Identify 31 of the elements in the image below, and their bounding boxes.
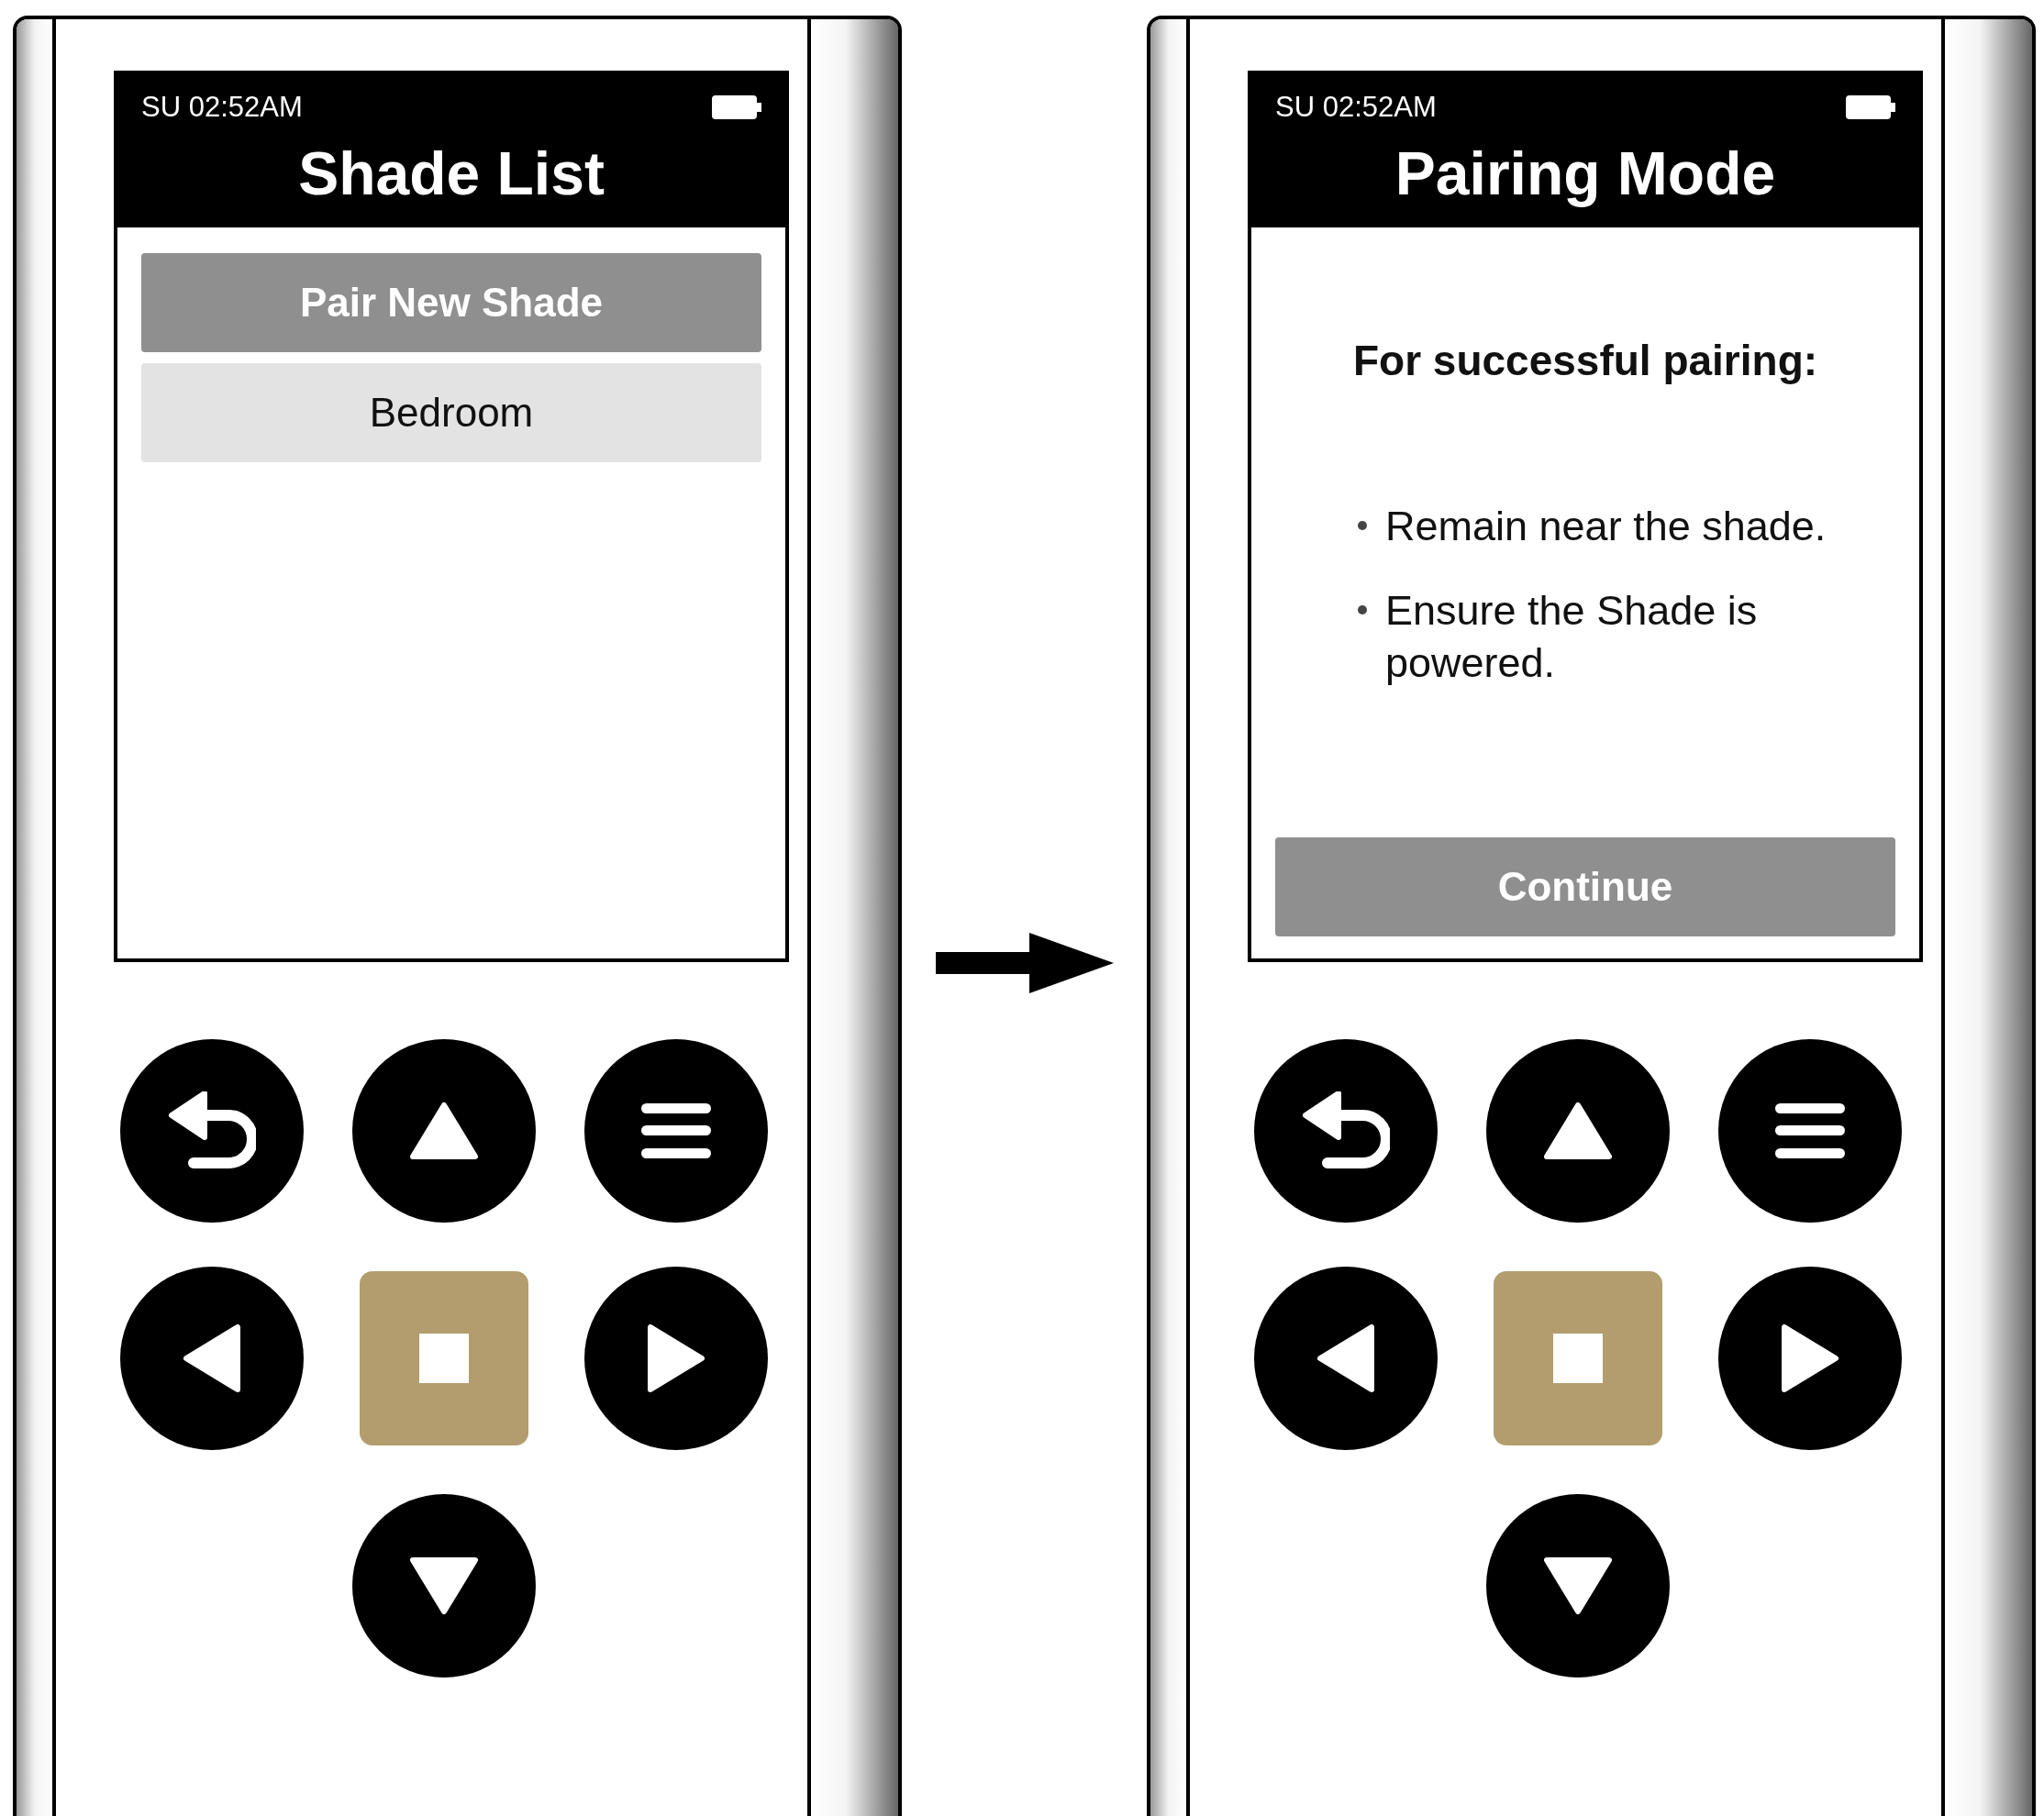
list-item[interactable]: Bedroom [141, 363, 761, 462]
right-triangle-icon [647, 1323, 705, 1393]
screen-title: Shade List [297, 138, 605, 208]
bullet-icon [1358, 605, 1367, 615]
menu-icon [1775, 1103, 1845, 1158]
instruction-text: Remain near the shade. [1385, 502, 1827, 551]
battery-icon [1846, 95, 1895, 119]
back-arrow-icon [168, 1091, 256, 1170]
back-arrow-icon [1302, 1091, 1390, 1170]
down-triangle-icon [409, 1556, 479, 1615]
battery-icon [712, 95, 761, 119]
stop-button[interactable] [1494, 1271, 1662, 1445]
screen-title: Pairing Mode [1394, 138, 1777, 208]
stop-square-icon [419, 1334, 469, 1383]
menu-icon [641, 1103, 711, 1158]
right-triangle-icon [1781, 1323, 1839, 1393]
stop-square-icon [1553, 1334, 1603, 1383]
down-triangle-icon [1543, 1556, 1613, 1615]
status-time: SU 02:52AM [1275, 91, 1437, 124]
up-triangle-icon [409, 1102, 479, 1160]
arrow-icon [935, 933, 1114, 993]
instruction-heading: For successful pairing: [1351, 336, 1819, 385]
status-time: SU 02:52AM [141, 91, 303, 124]
left-triangle-icon [183, 1323, 241, 1393]
list-item[interactable]: Pair New Shade [141, 253, 761, 352]
instruction-text: Ensure the Shade is powered. [1385, 586, 1759, 688]
continue-button[interactable]: Continue [1275, 837, 1895, 936]
left-triangle-icon [1316, 1323, 1375, 1393]
stop-button[interactable] [360, 1271, 528, 1445]
bullet-icon [1358, 521, 1367, 530]
up-triangle-icon [1543, 1102, 1613, 1160]
